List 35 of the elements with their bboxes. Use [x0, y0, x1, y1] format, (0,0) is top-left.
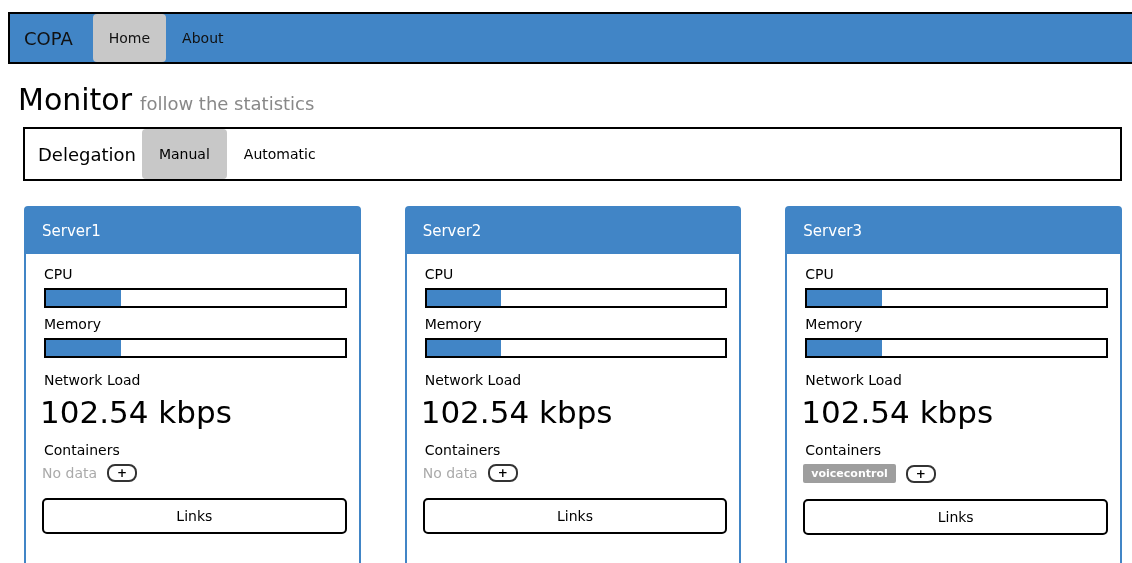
delegation-tab[interactable]: Manual	[141, 129, 227, 179]
server-name: Server1	[42, 222, 101, 240]
server-name: Server2	[422, 222, 482, 240]
containers-label: Containers	[424, 442, 501, 458]
memory-label: Memory	[44, 316, 101, 332]
links-button[interactable]: Links	[422, 498, 728, 534]
empty-text: No data	[422, 465, 478, 481]
network-value: 102.54 kbps	[420, 394, 613, 430]
nav-link[interactable]: About	[166, 14, 240, 62]
memory-label: Memory	[424, 316, 482, 332]
delegation-tab[interactable]: Automatic	[226, 129, 333, 179]
network-label: Network Load	[44, 372, 141, 388]
network-value: 102.54 kbps	[40, 394, 232, 430]
server-name: Server3	[803, 222, 863, 240]
containers-label: Containers	[44, 442, 120, 458]
nav-link[interactable]: Home	[92, 14, 167, 62]
container-tag: voicecontrol	[803, 464, 896, 483]
network-label: Network Load	[424, 372, 522, 388]
links-button[interactable]: Links	[42, 498, 347, 534]
network-label: Network Load	[805, 372, 902, 388]
network-value: 102.54 kbps	[801, 394, 994, 430]
add-button[interactable]: +	[107, 464, 138, 482]
containers-label: Containers	[805, 442, 882, 458]
brand[interactable]: COPA	[10, 14, 93, 62]
add-button[interactable]: +	[487, 464, 518, 482]
memory-label: Memory	[805, 316, 863, 332]
links-button[interactable]: Links	[803, 499, 1108, 535]
page-subtitle: follow the statistics	[140, 93, 315, 114]
add-button[interactable]: +	[905, 464, 936, 483]
page-title: Monitor	[18, 82, 133, 117]
cpu-label: CPU	[805, 266, 834, 282]
cpu-label: CPU	[44, 266, 73, 282]
delegation-label: Delegation	[37, 142, 137, 167]
cpu-label: CPU	[424, 266, 454, 282]
empty-text: No data	[42, 465, 98, 481]
